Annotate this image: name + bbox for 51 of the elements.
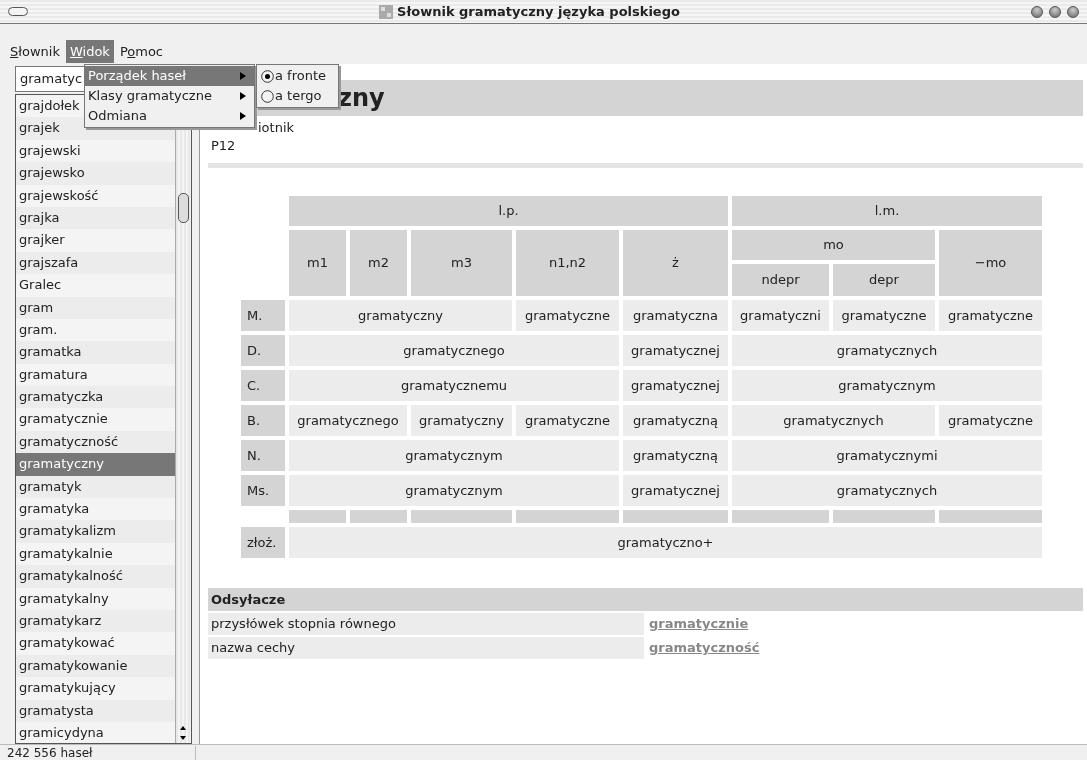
part-of-speech: iotnik [258, 119, 295, 137]
table-cell: gramatyczną [623, 440, 728, 471]
table-cell: gramatyczna [623, 300, 728, 331]
section-header: Odsyłacze [208, 588, 1083, 611]
case-label: M. [241, 300, 285, 331]
table-cell: gramatycznym [732, 370, 1042, 401]
table-cell: gramatycznemu [289, 370, 619, 401]
window-title: Słownik gramatyczny języka polskiego [397, 2, 680, 21]
table-cell: gramatyczne [516, 405, 619, 436]
table-cell: gramatyczne [833, 300, 935, 331]
table-cell: gramatycznego [289, 405, 407, 436]
table-cell: gramatyczny [411, 405, 512, 436]
entry-count: 242 556 haseł [0, 745, 196, 760]
reference-label: nazwa cechy [208, 637, 644, 659]
reference-label: przysłówek stopnia równego [208, 613, 644, 635]
table-header: l.p. [289, 196, 728, 226]
table-cell: gramatyczną [623, 405, 728, 436]
table-cell: gramatyczne [939, 405, 1042, 436]
table-header: l.m. [732, 196, 1042, 226]
case-label: B. [241, 405, 285, 436]
table-cell: gramatycznego [289, 335, 619, 366]
case-label: N. [241, 440, 285, 471]
table-cell: gramatycznej [623, 370, 728, 401]
table-header: −mo [939, 230, 1042, 296]
case-label: złoż. [241, 527, 285, 558]
table-cell: gramatycznych [732, 475, 1042, 506]
case-label: C. [241, 370, 285, 401]
table-cell: gramatycznym [289, 475, 619, 506]
table-cell: gramatyczni [732, 300, 829, 331]
table-cell: gramatycznych [732, 335, 1042, 366]
table-cell: gramatyczno+ [289, 527, 1042, 558]
table-header: depr [833, 264, 935, 296]
case-label: D. [241, 335, 285, 366]
table-header: ż [623, 230, 728, 296]
table-header: mo [732, 230, 935, 260]
table-cell: gramatyczne [939, 300, 1042, 331]
table-cell: gramatycznym [289, 440, 619, 471]
table-header: m1 [289, 230, 346, 296]
table-cell: gramatycznymi [732, 440, 1042, 471]
table-header: m2 [350, 230, 407, 296]
table-header: m3 [411, 230, 512, 296]
table-header: n1,n2 [516, 230, 619, 296]
table-cell: gramatyczne [516, 300, 619, 331]
table-cell: gramatycznych [732, 405, 935, 436]
case-label: Ms. [241, 475, 285, 506]
entry-heading: zny [338, 83, 385, 114]
inflection-pattern: P12 [210, 137, 236, 155]
table-cell: gramatyczny [289, 300, 512, 331]
table-cell: gramatycznej [623, 475, 728, 506]
table-header: ndepr [732, 264, 829, 296]
table-cell: gramatycznej [623, 335, 728, 366]
